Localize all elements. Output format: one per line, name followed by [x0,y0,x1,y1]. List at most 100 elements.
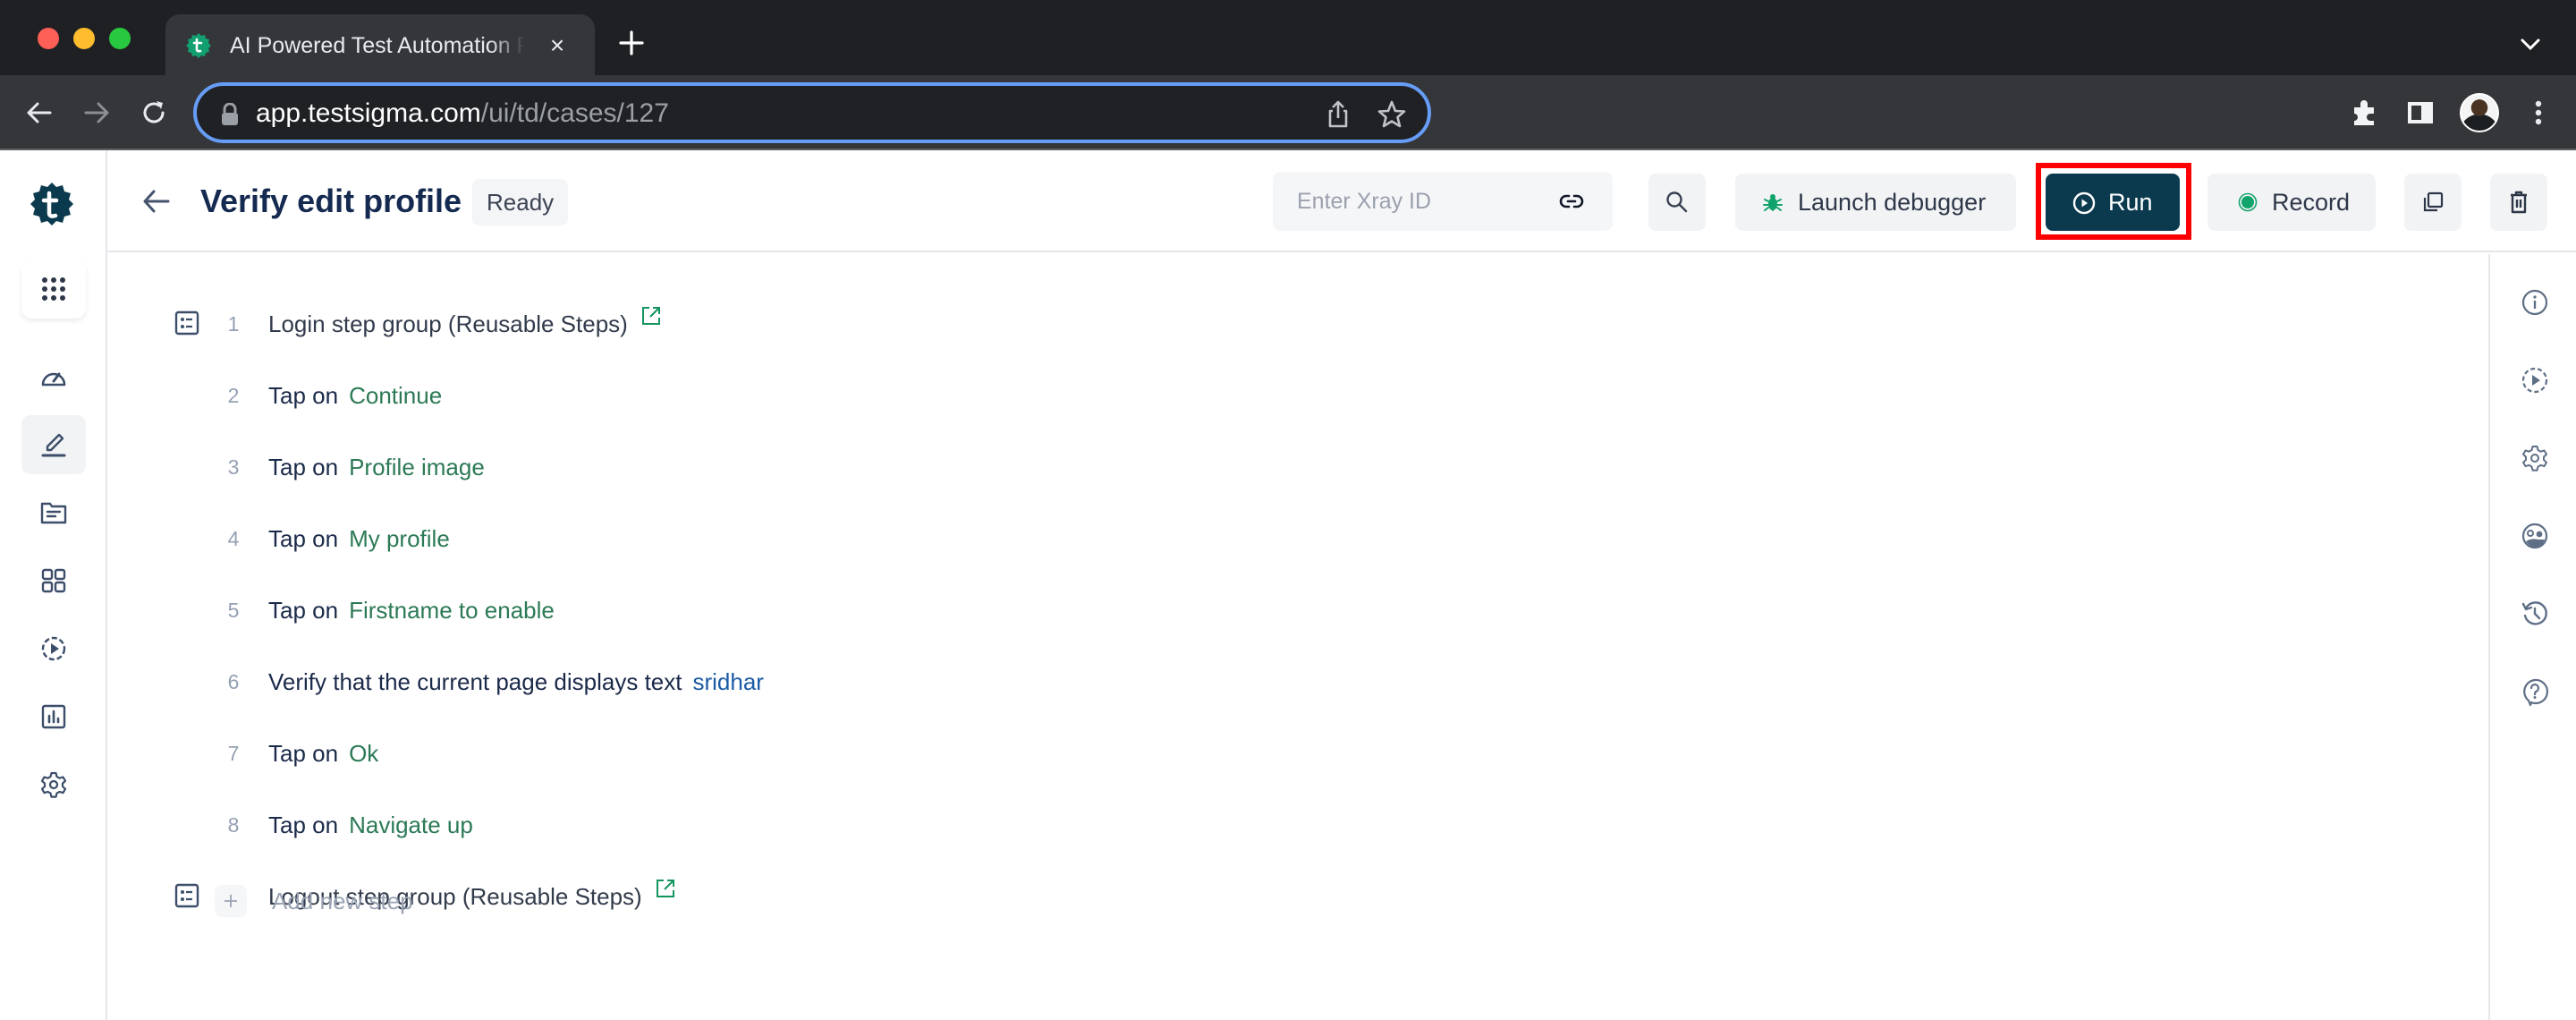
extensions-icon[interactable] [2347,95,2383,131]
info-icon[interactable] [2521,288,2549,317]
sidebar-item-test-cases[interactable] [21,415,86,474]
step-action: Tap on [268,812,339,838]
dashed-play-icon [41,636,66,661]
sidebar-item-apps[interactable] [21,259,86,319]
sidebar-item-test-runs[interactable] [21,619,86,678]
browser-tab[interactable]: AI Powered Test Automation Platform × [165,14,595,75]
step-test-data[interactable]: sridhar [692,668,763,695]
help-icon[interactable] [2521,677,2549,706]
settings-icon[interactable] [2521,444,2549,472]
copy-button[interactable] [2404,174,2462,231]
step-element[interactable]: Continue [349,382,442,409]
external-link-icon[interactable] [655,878,676,899]
url-text: app.testsigma.com/ui/td/cases/127 [256,97,669,131]
tab-bar: AI Powered Test Automation Platform × [0,0,2576,75]
step-group-icon [174,883,199,908]
delete-button[interactable] [2490,174,2547,231]
external-link-icon[interactable] [640,305,662,327]
step-row[interactable]: 6 Verify that the current page displays … [107,655,2433,709]
step-action: Tap on [268,454,339,480]
back-arrow-icon[interactable] [140,184,174,218]
ai-agent-icon[interactable] [2521,522,2549,550]
launch-debugger-button[interactable]: Launch debugger [1735,174,2016,231]
step-action: Tap on [268,740,339,767]
profile-avatar[interactable] [2460,93,2499,132]
forward-icon[interactable] [77,93,116,132]
step-number: 7 [227,742,240,765]
add-step-button[interactable] [215,885,247,917]
step-row[interactable]: 2 Tap on Continue [107,369,2433,422]
record-label: Record [2272,189,2351,216]
speedometer-icon [41,372,66,387]
bookmark-star-icon[interactable] [1376,98,1408,131]
folder-icon [40,502,67,524]
sidebar-item-dashboard[interactable] [21,347,86,406]
search-icon [1666,191,1688,213]
maximize-window-button[interactable] [109,28,131,49]
add-step-label[interactable]: Add new step [272,882,413,920]
step-row[interactable]: 1 Login step group (Reusable Steps) [107,297,2433,351]
dry-run-icon[interactable] [2521,366,2549,395]
step-row[interactable]: 5 Tap on Firstname to enable [107,583,2433,637]
sidebar-item-elements[interactable] [21,551,86,610]
new-tab-icon[interactable] [614,25,649,61]
gear-icon [40,771,67,798]
step-list: 1 Login step group (Reusable Steps) 2 Ta… [107,254,2488,1020]
close-window-button[interactable] [38,28,59,49]
status-badge: Ready [472,179,569,225]
url-host: app.testsigma.com [256,98,481,128]
play-circle-icon [2072,191,2096,215]
side-panel-icon[interactable] [2402,95,2438,131]
sidebar-item-settings[interactable] [21,755,86,814]
step-number: 1 [227,312,240,336]
step-action: Tap on [268,382,339,409]
url-path: /ui/td/cases/127 [480,98,669,128]
sidebar-item-test-data[interactable] [21,483,86,542]
sidebar-item-reports[interactable] [21,687,86,746]
run-label: Run [2108,189,2153,216]
step-text: Tap on Profile image [268,440,485,494]
tab-close-icon[interactable]: × [541,30,573,62]
step-text: Tap on Firstname to enable [268,583,555,637]
step-element[interactable]: Profile image [349,454,485,480]
step-text: Verify that the current page displays te… [268,655,764,709]
record-button[interactable]: Record [2207,174,2376,231]
xray-id-input[interactable] [1273,172,1559,231]
search-button[interactable] [1648,174,1706,231]
browser-toolbar: app.testsigma.com/ui/td/cases/127 [0,75,2576,150]
link-icon[interactable] [1559,189,1584,214]
plus-icon [225,895,237,907]
step-row[interactable]: 8 Tap on Navigate up [107,798,2433,852]
more-menu-icon[interactable] [2521,95,2556,131]
step-element[interactable]: Navigate up [349,812,473,838]
record-dot-icon [2238,192,2258,212]
step-action: Verify that the current page displays te… [268,668,682,695]
tab-list-icon[interactable] [2517,34,2544,55]
share-icon[interactable] [1322,98,1354,131]
right-panel [2488,254,2576,1020]
step-row[interactable]: 7 Tap on Ok [107,727,2433,780]
step-text: Tap on Continue [268,369,442,422]
minimize-window-button[interactable] [73,28,95,49]
step-element[interactable]: My profile [349,525,450,552]
step-row[interactable]: 9 Logout step group (Reusable Steps) [107,870,2433,923]
grid-icon [41,568,66,593]
back-icon[interactable] [20,93,59,132]
step-action: Tap on [268,597,339,624]
run-button[interactable]: Run [2046,174,2180,231]
step-row[interactable]: 4 Tap on My profile [107,512,2433,565]
step-element[interactable]: Firstname to enable [349,597,555,624]
history-icon[interactable] [2521,599,2549,628]
step-element[interactable]: Ok [349,740,378,767]
step-number: 5 [227,599,240,622]
step-number: 6 [227,670,240,693]
xray-id-field[interactable] [1273,172,1613,231]
step-text: Tap on Navigate up [268,798,473,852]
lock-icon [222,103,238,125]
step-text: Login step group (Reusable Steps) [268,297,662,351]
step-number: 4 [227,527,240,550]
reload-icon[interactable] [134,93,174,132]
step-row[interactable]: 3 Tap on Profile image [107,440,2433,494]
address-bar[interactable]: app.testsigma.com/ui/td/cases/127 [193,82,1431,143]
testsigma-logo-icon[interactable] [27,181,77,231]
